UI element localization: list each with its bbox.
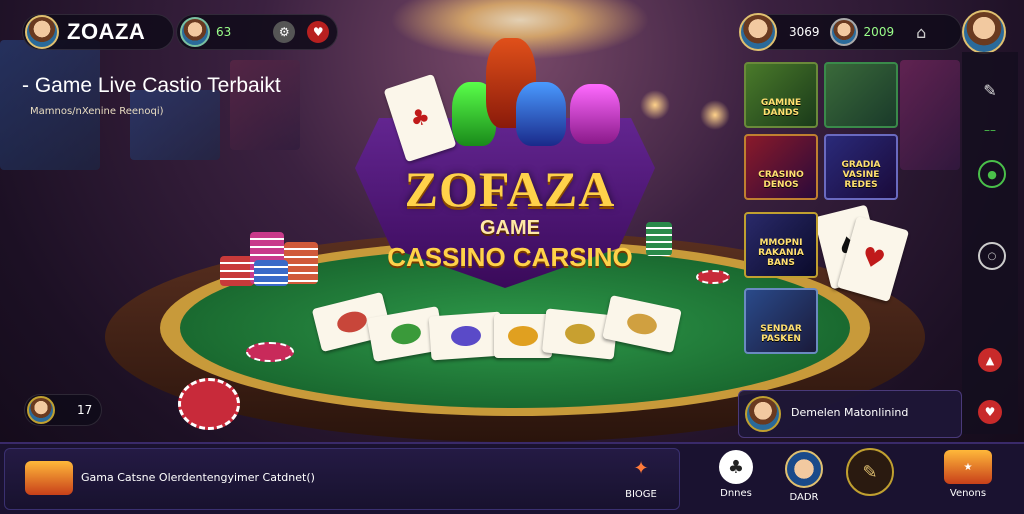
player-avatar[interactable] bbox=[25, 15, 59, 49]
game-tile-label: MMOPNI RAKANIA BANS bbox=[758, 238, 804, 268]
nav-label: Venons bbox=[949, 488, 987, 499]
chip-stack bbox=[254, 260, 288, 286]
timer-icon[interactable]: ● bbox=[978, 160, 1006, 188]
chip-stack bbox=[284, 242, 318, 284]
game-tile[interactable]: MMOPNI RAKANIA BANS bbox=[744, 212, 818, 278]
settings-icon[interactable]: ⚙ bbox=[273, 21, 296, 43]
page-title: - Game Live Castio Terbaikt bbox=[22, 74, 281, 97]
top-right-status[interactable]: 3069 2009 ⌂ bbox=[739, 13, 962, 51]
chip-stack bbox=[220, 256, 254, 286]
game-tile[interactable]: CRASINO DENOS bbox=[744, 134, 818, 200]
blue-bottle bbox=[516, 82, 566, 146]
gems-value: 2009 bbox=[863, 25, 895, 39]
balance-pill[interactable]: 63 ⚙ ♥ bbox=[176, 14, 338, 50]
logo-game-text: GAME bbox=[480, 217, 540, 239]
toast-text: Demelen Matonlinind bbox=[791, 406, 909, 419]
logo-title: ZOFAZA bbox=[404, 161, 616, 217]
alert-icon[interactable]: ▲ bbox=[978, 348, 1002, 372]
heart-icon[interactable]: ♥ bbox=[978, 400, 1002, 424]
home-icon[interactable]: ⌂ bbox=[916, 23, 926, 42]
edit-icon[interactable]: ✎ bbox=[978, 78, 1002, 102]
poker-chip bbox=[696, 270, 730, 284]
brand-pill[interactable]: ZOAZA bbox=[22, 14, 174, 50]
nav-label: Dnnes bbox=[720, 488, 752, 499]
game-tile[interactable] bbox=[824, 62, 898, 128]
game-tile-label: SENDAR PASKEN bbox=[760, 324, 802, 344]
avatar-icon bbox=[785, 450, 823, 488]
nav-bioge[interactable]: ✦ BIOGE bbox=[613, 449, 669, 509]
player-toast[interactable]: Demelen Matonlinind bbox=[738, 390, 962, 438]
edit-icon: ✎ bbox=[846, 448, 894, 496]
background-screen bbox=[900, 60, 960, 170]
page-subtitle: Mamnos/nXenine Reenoqi) bbox=[30, 106, 164, 117]
game-tile[interactable]: GAMINE DANDS bbox=[744, 62, 818, 128]
nav-venons[interactable]: ★ Venons bbox=[934, 448, 1002, 508]
status-indicator-icon: –– bbox=[984, 123, 996, 137]
wall-lamp bbox=[700, 100, 730, 130]
toast-avatar bbox=[745, 396, 781, 432]
news-ticker[interactable]: Gama Catsne Olerdentengyimer Catdnet() ✦… bbox=[4, 448, 680, 510]
player-avatar-right[interactable] bbox=[739, 13, 777, 51]
flame-icon: ✦ bbox=[633, 457, 649, 479]
nav-edit[interactable]: ✎ bbox=[836, 448, 904, 508]
pink-bottle bbox=[570, 84, 620, 144]
heart-icon[interactable]: ♥ bbox=[307, 21, 330, 43]
game-tile[interactable]: SENDAR PASKEN bbox=[744, 288, 818, 354]
balance-value: 63 bbox=[216, 25, 232, 39]
brand-name: ZOAZA bbox=[67, 19, 146, 44]
badge-avatar bbox=[27, 396, 55, 424]
table-badge[interactable]: 17 bbox=[24, 394, 102, 426]
nav-label: DADR bbox=[789, 492, 819, 503]
logo-subtitle: CASSINO CARSINO bbox=[387, 242, 633, 272]
nav-dnnes[interactable]: ♣ Dnnes bbox=[702, 448, 770, 508]
news-text: Gama Catsne Olerdentengyimer Catdnet() bbox=[81, 471, 315, 484]
background-screen bbox=[0, 40, 100, 170]
game-tile[interactable]: GRADIA VASINE REDES bbox=[824, 134, 898, 200]
background-screen bbox=[130, 90, 220, 160]
profile-avatar[interactable] bbox=[962, 10, 1006, 54]
friend-avatar[interactable] bbox=[180, 17, 210, 47]
poker-chip bbox=[246, 342, 294, 362]
wall-lamp bbox=[640, 90, 670, 120]
info-icon[interactable]: ○ bbox=[978, 242, 1006, 270]
game-tile-label: CRASINO DENOS bbox=[758, 170, 804, 190]
playing-card bbox=[428, 311, 504, 361]
game-tile-label: GAMINE DANDS bbox=[760, 98, 802, 118]
coins-value: 3069 bbox=[789, 25, 820, 39]
logo-icon: ★ bbox=[944, 450, 992, 484]
friend-avatar[interactable] bbox=[829, 18, 858, 46]
badge-count: 17 bbox=[77, 403, 93, 417]
news-logo-icon bbox=[25, 461, 73, 495]
cards-icon: ♣ bbox=[719, 450, 753, 484]
nav-dadr[interactable]: DADR bbox=[770, 448, 838, 508]
game-tile-label: GRADIA VASINE REDES bbox=[841, 160, 881, 190]
poker-chip bbox=[178, 378, 240, 430]
nav-label: BIOGE bbox=[625, 489, 657, 500]
